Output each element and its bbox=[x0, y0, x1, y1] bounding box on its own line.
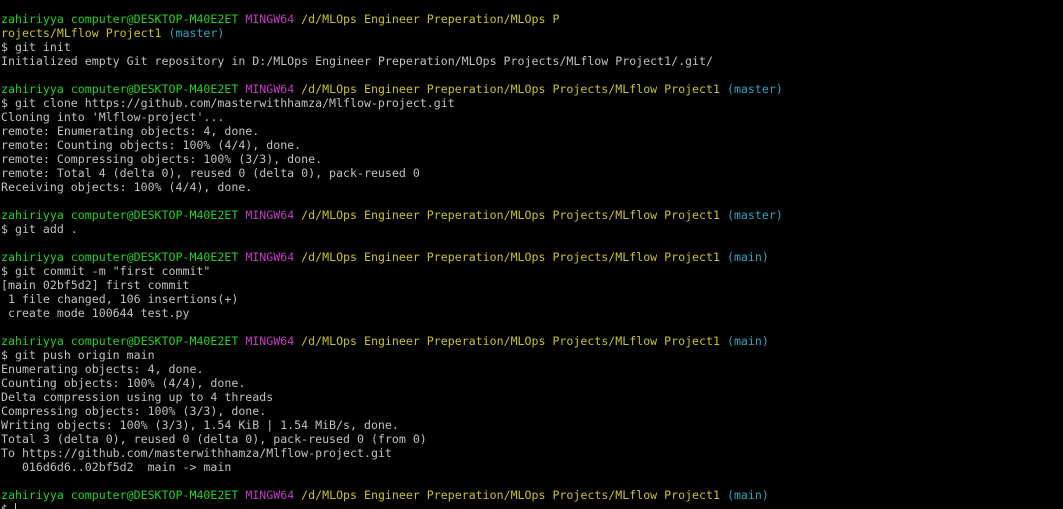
command-line: $ git add . bbox=[1, 222, 1061, 236]
terminal-output[interactable]: zahiriyya computer@DESKTOP-M40E2ET MINGW… bbox=[1, 12, 1061, 509]
prompt-line: zahiriyya computer@DESKTOP-M40E2ET MINGW… bbox=[1, 488, 1061, 502]
command-text: $ git init bbox=[1, 40, 71, 54]
output-text: Cloning into 'Mlflow-project'... bbox=[1, 110, 225, 124]
prompt-path: /d/MLOps Engineer Preperation/MLOps Proj… bbox=[301, 208, 720, 222]
output-line: 016d6d6..02bf5d2 main -> main bbox=[1, 460, 1061, 474]
output-text: Delta compression using up to 4 threads bbox=[1, 390, 274, 404]
prompt-user-host: zahiriyya computer@DESKTOP-M40E2ET bbox=[1, 250, 239, 264]
output-text: 1 file changed, 106 insertions(+) bbox=[1, 292, 239, 306]
command-text: $ git clone https://github.com/masterwit… bbox=[1, 96, 455, 110]
prompt-user-host: zahiriyya computer@DESKTOP-M40E2ET bbox=[1, 208, 239, 222]
prompt-branch: (master) bbox=[726, 208, 783, 222]
input-line[interactable]: $ bbox=[1, 502, 1061, 509]
prompt-branch: (master) bbox=[168, 26, 225, 40]
prompt-user-host: zahiriyya computer@DESKTOP-M40E2ET bbox=[1, 488, 239, 502]
output-text: 016d6d6..02bf5d2 main -> main bbox=[1, 460, 232, 474]
output-text: To https://github.com/masterwithhamza/Ml… bbox=[1, 446, 392, 460]
output-text: remote: Total 4 (delta 0), reused 0 (del… bbox=[1, 166, 420, 180]
prompt-line: zahiriyya computer@DESKTOP-M40E2ET MINGW… bbox=[1, 334, 1061, 348]
output-line: [main 02bf5d2] first commit bbox=[1, 278, 1061, 292]
prompt-user-host: zahiriyya computer@DESKTOP-M40E2ET bbox=[1, 334, 239, 348]
input-prompt: $ bbox=[1, 502, 15, 509]
output-line: Compressing objects: 100% (3/3), done. bbox=[1, 404, 1061, 418]
command-text: $ git push origin main bbox=[1, 348, 155, 362]
prompt-path: /d/MLOps Engineer Preperation/MLOps P bbox=[301, 12, 560, 26]
prompt-path: rojects/MLflow Project1 bbox=[1, 26, 162, 40]
prompt-msystem: MINGW64 bbox=[245, 488, 295, 502]
command-text: $ git commit -m "first commit" bbox=[1, 264, 211, 278]
output-text: Total 3 (delta 0), reused 0 (delta 0), p… bbox=[1, 432, 427, 446]
prompt-line-wrap: rojects/MLflow Project1 (master) bbox=[1, 26, 1061, 40]
output-text: Writing objects: 100% (3/3), 1.54 KiB | … bbox=[1, 418, 399, 432]
output-text: Receiving objects: 100% (4/4), done. bbox=[1, 180, 253, 194]
prompt-msystem: MINGW64 bbox=[245, 334, 295, 348]
prompt-user-host: zahiriyya computer@DESKTOP-M40E2ET bbox=[1, 82, 239, 96]
output-line: remote: Counting objects: 100% (4/4), do… bbox=[1, 138, 1061, 152]
prompt-msystem: MINGW64 bbox=[245, 12, 295, 26]
output-line: remote: Total 4 (delta 0), reused 0 (del… bbox=[1, 166, 1061, 180]
command-line: $ git commit -m "first commit" bbox=[1, 264, 1061, 278]
output-line: Initialized empty Git repository in D:/M… bbox=[1, 54, 1061, 68]
output-line: Receiving objects: 100% (4/4), done. bbox=[1, 180, 1061, 194]
prompt-branch: (master) bbox=[726, 82, 783, 96]
output-text: [main 02bf5d2] first commit bbox=[1, 278, 190, 292]
prompt-line: zahiriyya computer@DESKTOP-M40E2ET MINGW… bbox=[1, 208, 1061, 222]
prompt-path: /d/MLOps Engineer Preperation/MLOps Proj… bbox=[301, 334, 720, 348]
output-line: Writing objects: 100% (3/3), 1.54 KiB | … bbox=[1, 418, 1061, 432]
output-line: 1 file changed, 106 insertions(+) bbox=[1, 292, 1061, 306]
prompt-branch: (main) bbox=[726, 334, 769, 348]
text-cursor bbox=[14, 503, 16, 509]
output-line: Total 3 (delta 0), reused 0 (delta 0), p… bbox=[1, 432, 1061, 446]
command-line: $ git push origin main bbox=[1, 348, 1061, 362]
output-line: create mode 100644 test.py bbox=[1, 306, 1061, 320]
command-text: $ git add . bbox=[1, 222, 78, 236]
output-line: remote: Enumerating objects: 4, done. bbox=[1, 124, 1061, 138]
prompt-msystem: MINGW64 bbox=[245, 82, 295, 96]
prompt-msystem: MINGW64 bbox=[245, 250, 295, 264]
output-line: Counting objects: 100% (4/4), done. bbox=[1, 376, 1061, 390]
prompt-line: zahiriyya computer@DESKTOP-M40E2ET MINGW… bbox=[1, 82, 1061, 96]
prompt-line: zahiriyya computer@DESKTOP-M40E2ET MINGW… bbox=[1, 250, 1061, 264]
prompt-path: /d/MLOps Engineer Preperation/MLOps Proj… bbox=[301, 488, 720, 502]
output-line: remote: Compressing objects: 100% (3/3),… bbox=[1, 152, 1061, 166]
output-text: remote: Compressing objects: 100% (3/3),… bbox=[1, 152, 323, 166]
prompt-user-host: zahiriyya computer@DESKTOP-M40E2ET bbox=[1, 12, 239, 26]
output-line: To https://github.com/masterwithhamza/Ml… bbox=[1, 446, 1061, 460]
prompt-line: zahiriyya computer@DESKTOP-M40E2ET MINGW… bbox=[1, 12, 1061, 26]
prompt-path: /d/MLOps Engineer Preperation/MLOps Proj… bbox=[301, 250, 720, 264]
prompt-msystem: MINGW64 bbox=[245, 208, 295, 222]
output-line: Enumerating objects: 4, done. bbox=[1, 362, 1061, 376]
output-text: Compressing objects: 100% (3/3), done. bbox=[1, 404, 267, 418]
output-text: create mode 100644 test.py bbox=[1, 306, 190, 320]
output-text: remote: Enumerating objects: 4, done. bbox=[1, 124, 260, 138]
command-line: $ git clone https://github.com/masterwit… bbox=[1, 96, 1061, 110]
output-text: Counting objects: 100% (4/4), done. bbox=[1, 376, 246, 390]
prompt-path: /d/MLOps Engineer Preperation/MLOps Proj… bbox=[301, 82, 720, 96]
prompt-branch: (main) bbox=[726, 250, 769, 264]
output-line: Delta compression using up to 4 threads bbox=[1, 390, 1061, 404]
output-line: Cloning into 'Mlflow-project'... bbox=[1, 110, 1061, 124]
command-line: $ git init bbox=[1, 40, 1061, 54]
output-text: Initialized empty Git repository in D:/M… bbox=[1, 54, 713, 68]
prompt-branch: (main) bbox=[726, 488, 769, 502]
output-text: remote: Counting objects: 100% (4/4), do… bbox=[1, 138, 302, 152]
output-text: Enumerating objects: 4, done. bbox=[1, 362, 204, 376]
